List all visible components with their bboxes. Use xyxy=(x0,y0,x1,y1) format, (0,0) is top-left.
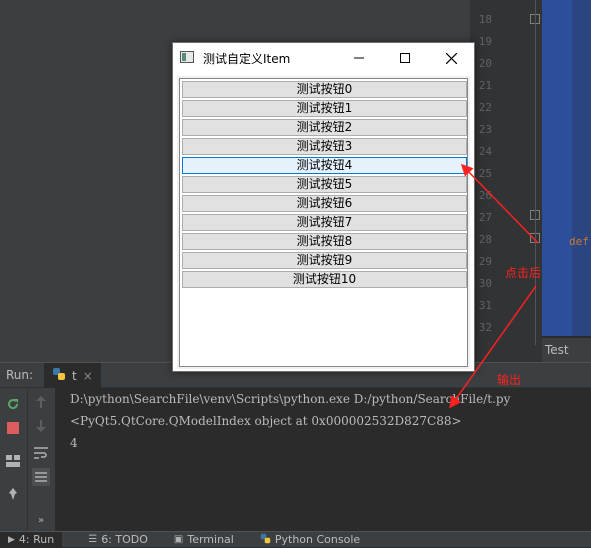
click-arrow xyxy=(460,163,539,244)
output-arrow xyxy=(449,285,537,409)
annotation-overlay xyxy=(449,163,539,409)
output-annotation: 输出 xyxy=(497,373,522,387)
click-annotation: 点击后 xyxy=(505,266,542,280)
